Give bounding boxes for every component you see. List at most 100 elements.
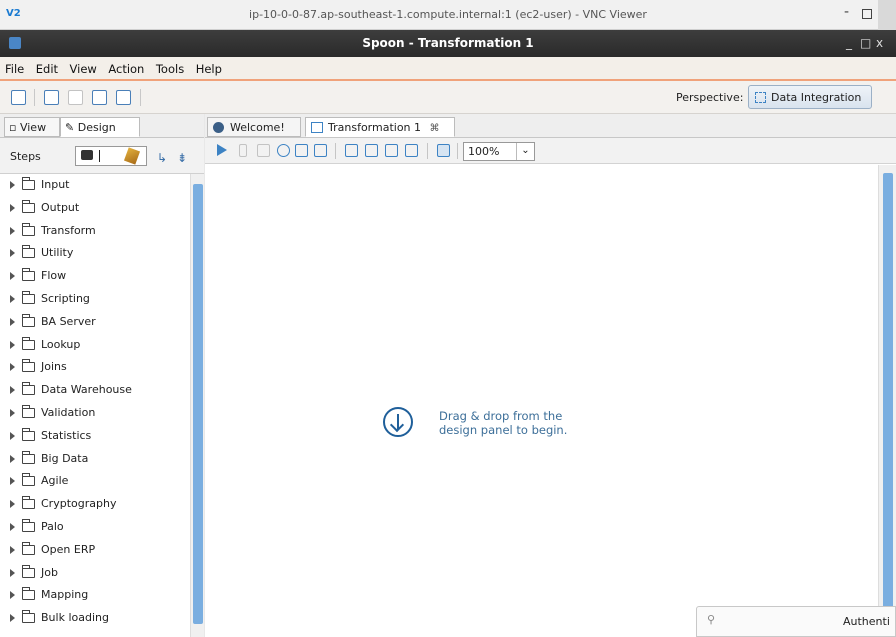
save-icon[interactable]	[92, 90, 107, 105]
tree-item-flow[interactable]: Flow	[0, 265, 190, 288]
tree-item-lookup[interactable]: Lookup	[0, 334, 190, 357]
folder-icon	[22, 541, 35, 555]
save-as-icon[interactable]	[116, 90, 131, 105]
tree-item-output[interactable]: Output	[0, 197, 190, 220]
expand-all-icon[interactable]: ↳	[157, 151, 167, 165]
tree-item-job[interactable]: Job	[0, 562, 190, 585]
pause-icon[interactable]	[239, 144, 247, 157]
tree-item-label: Big Data	[41, 451, 89, 465]
tree-item-scripting[interactable]: Scripting	[0, 288, 190, 311]
tree-item-open-erp[interactable]: Open ERP	[0, 539, 190, 562]
expand-arrow-icon[interactable]	[10, 500, 15, 509]
expand-arrow-icon[interactable]	[10, 568, 15, 577]
text-caret	[99, 150, 100, 162]
canvas-toolbar-separator	[427, 143, 428, 159]
expand-arrow-icon[interactable]	[10, 363, 15, 372]
tree-item-bulk-loading[interactable]: Bulk loading	[0, 607, 190, 630]
tree-item-transform[interactable]: Transform	[0, 220, 190, 243]
tree-item-statistics[interactable]: Statistics	[0, 425, 190, 448]
spoon-maximize-button[interactable]: □	[860, 36, 871, 50]
spoon-close-button[interactable]: x	[876, 36, 883, 50]
explore-repository-icon[interactable]	[68, 90, 83, 105]
folder-icon	[22, 268, 35, 282]
expand-arrow-icon[interactable]	[10, 249, 15, 258]
tree-item-joins[interactable]: Joins	[0, 356, 190, 379]
verify-icon[interactable]	[345, 144, 358, 157]
authentication-popup[interactable]: ⚲ Authenti	[696, 606, 896, 637]
explore-db-icon[interactable]	[405, 144, 418, 157]
tree-item-cryptography[interactable]: Cryptography	[0, 493, 190, 516]
open-file-icon[interactable]	[44, 90, 59, 105]
spoon-minimize-button[interactable]: _	[846, 36, 852, 50]
impact-icon[interactable]	[365, 144, 378, 157]
left-scrollbar-thumb[interactable]	[193, 184, 203, 624]
tab-transformation-label: Transformation 1	[328, 121, 422, 134]
debug-icon[interactable]	[295, 144, 308, 157]
vnc-maximize-button[interactable]	[862, 9, 872, 19]
tab-view[interactable]: ▫ View	[4, 117, 60, 137]
menu-edit[interactable]: Edit	[31, 57, 61, 76]
chevron-down-icon[interactable]: ⌄	[516, 143, 534, 160]
expand-arrow-icon[interactable]	[10, 545, 15, 554]
vnc-close-button[interactable]	[878, 0, 896, 30]
perspective-data-integration-button[interactable]: Data Integration	[748, 85, 872, 109]
tree-item-validation[interactable]: Validation	[0, 402, 190, 425]
menu-file[interactable]: File	[0, 57, 27, 76]
collapse-all-icon[interactable]: ⇟	[177, 151, 187, 165]
zoom-select[interactable]: 100% ⌄	[463, 142, 535, 161]
expand-arrow-icon[interactable]	[10, 522, 15, 531]
canvas-toolbar-separator	[335, 143, 336, 159]
left-scrollbar[interactable]	[190, 174, 204, 637]
menu-tools[interactable]: Tools	[151, 57, 187, 76]
tab-design[interactable]: ✎ Design	[60, 117, 140, 137]
expand-arrow-icon[interactable]	[10, 226, 15, 235]
tree-item-data-warehouse[interactable]: Data Warehouse	[0, 379, 190, 402]
menu-view[interactable]: View	[65, 57, 100, 76]
expand-arrow-icon[interactable]	[10, 317, 15, 326]
run-icon[interactable]	[217, 144, 227, 156]
expand-arrow-icon[interactable]	[10, 477, 15, 486]
expand-arrow-icon[interactable]	[10, 340, 15, 349]
clear-search-icon[interactable]	[123, 147, 141, 165]
tree-item-utility[interactable]: Utility	[0, 242, 190, 265]
expand-arrow-icon[interactable]	[10, 591, 15, 600]
expand-arrow-icon[interactable]	[10, 454, 15, 463]
left-panel: ▫ View ✎ Design Steps ↳ ⇟ Input Output Tra…	[0, 114, 204, 637]
replay-icon[interactable]	[314, 144, 327, 157]
expand-arrow-icon[interactable]	[10, 294, 15, 303]
expand-arrow-icon[interactable]	[10, 272, 15, 281]
folder-icon	[22, 359, 35, 373]
tab-welcome[interactable]: Welcome!	[207, 117, 301, 137]
vnc-minimize-button[interactable]: -	[844, 4, 849, 20]
expand-arrow-icon[interactable]	[10, 386, 15, 395]
transformation-canvas[interactable]: Drag & drop from the design panel to beg…	[205, 165, 878, 637]
sql-icon[interactable]	[385, 144, 398, 157]
canvas-scrollbar[interactable]	[878, 165, 896, 637]
tree-item-label: Lookup	[41, 337, 81, 351]
transformation-icon	[311, 122, 323, 133]
tree-item-ba-server[interactable]: BA Server	[0, 311, 190, 334]
stop-icon[interactable]	[257, 144, 270, 157]
preview-icon[interactable]	[277, 144, 290, 157]
steps-search-row: Steps ↳ ⇟	[0, 138, 204, 174]
canvas-scrollbar-thumb[interactable]	[883, 173, 893, 635]
tree-item-big-data[interactable]: Big Data	[0, 448, 190, 471]
expand-arrow-icon[interactable]	[10, 408, 15, 417]
steps-search-input[interactable]	[75, 146, 147, 166]
expand-arrow-icon[interactable]	[10, 431, 15, 440]
menu-action[interactable]: Action	[103, 57, 147, 76]
expand-arrow-icon[interactable]	[10, 614, 15, 623]
tab-close-icon[interactable]: ⌘	[430, 123, 440, 134]
tab-transformation-1[interactable]: Transformation 1 ⌘	[305, 117, 455, 137]
folder-icon	[22, 473, 35, 487]
show-results-icon[interactable]	[437, 144, 450, 157]
view-icon: ▫	[9, 121, 17, 134]
new-file-icon[interactable]	[11, 90, 26, 105]
tree-item-agile[interactable]: Agile	[0, 470, 190, 493]
menu-help[interactable]: Help	[191, 57, 225, 76]
expand-arrow-icon[interactable]	[10, 203, 15, 212]
tree-item-mapping[interactable]: Mapping	[0, 584, 190, 607]
tree-item-input[interactable]: Input	[0, 174, 190, 197]
tree-item-palo[interactable]: Palo	[0, 516, 190, 539]
expand-arrow-icon[interactable]	[10, 181, 15, 189]
